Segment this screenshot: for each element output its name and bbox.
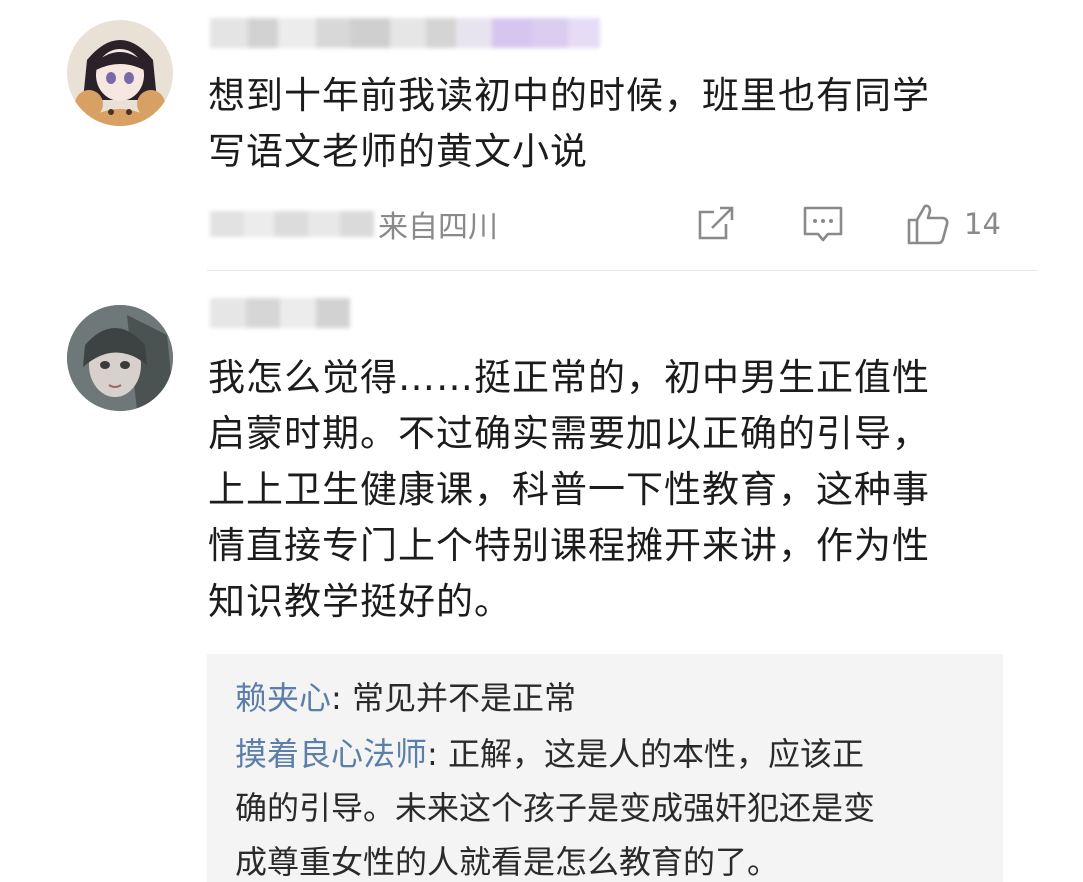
comment-line: 我怎么觉得……挺正常的，初中男生正值性 (208, 356, 930, 399)
reply-item[interactable]: 赖夹心: 常见并不是正常 (235, 671, 576, 725)
reply-colon: : (331, 679, 352, 717)
portrait-avatar-icon (67, 305, 173, 411)
comment-meta: 来自四川 (210, 198, 498, 250)
username-blurred[interactable] (210, 18, 600, 48)
reply-colon: : (427, 735, 448, 773)
username-blurred[interactable] (210, 298, 350, 328)
anime-girl-avatar-icon (67, 20, 173, 126)
reply-text: 正解，这是人的本性，应该正 (447, 735, 864, 773)
location-label: 来自四川 (378, 210, 498, 245)
comment-line: 启蒙时期。不过确实需要加以正确的引导， (208, 412, 930, 455)
like-count: 14 (964, 207, 1001, 241)
reply-text: 常见并不是正常 (351, 679, 576, 717)
comment-feed: 想到十年前我读初中的时候，班里也有同学 写语文老师的黄文小说 来自四川 14 我… (0, 0, 1083, 882)
comment-line: 写语文老师的黄文小说 (208, 130, 588, 173)
comment-line: 情直接专门上个特别课程摊开来讲，作为性 (208, 524, 930, 567)
reply-author[interactable]: 摸着良心法师 (235, 735, 427, 773)
comment-line: 想到十年前我读初中的时候，班里也有同学 (208, 74, 930, 117)
divider (207, 270, 1037, 271)
thumbs-up-icon (907, 204, 949, 245)
reply-text-line: 确的引导。未来这个孩子是变成强奸犯还是变 (235, 789, 876, 827)
replies-box[interactable]: 赖夹心: 常见并不是正常 摸着良心法师: 正解，这是人的本性，应该正 确的引导。… (207, 654, 1003, 882)
comment-icon (803, 206, 843, 242)
avatar[interactable] (67, 305, 173, 411)
like-button[interactable]: 14 (906, 200, 1001, 248)
reply-author[interactable]: 赖夹心 (235, 679, 331, 717)
reply-item[interactable]: 摸着良心法师: 正解，这是人的本性，应该正 (235, 727, 864, 781)
comment-line: 上上卫生健康课，科普一下性教育，这种事 (208, 468, 930, 511)
comment-body: 想到十年前我读初中的时候，班里也有同学 写语文老师的黄文小说 (208, 68, 930, 180)
share-button[interactable] (696, 200, 736, 248)
reply-text-line: 成尊重女性的人就看是怎么教育的了。 (235, 843, 780, 881)
comment-line: 知识教学挺好的。 (208, 580, 512, 623)
timestamp-blurred (210, 211, 374, 237)
share-icon (698, 206, 734, 240)
comment-body: 我怎么觉得……挺正常的，初中男生正值性 启蒙时期。不过确实需要加以正确的引导， … (208, 350, 930, 630)
reply-button[interactable] (802, 200, 844, 248)
avatar[interactable] (67, 20, 173, 126)
